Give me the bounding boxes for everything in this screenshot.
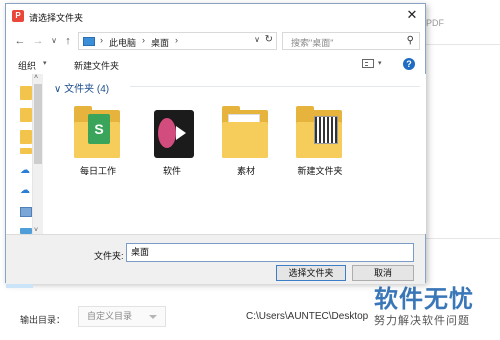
select-folder-dialog: P 请选择文件夹 ✕ ← → ∨ ↑ › 此电脑 › 桌面 › ∨ ↻ 搜索"桌… bbox=[5, 3, 426, 288]
forward-arrow-icon[interactable]: → bbox=[32, 34, 44, 48]
breadcrumb-desktop[interactable]: 桌面 bbox=[151, 36, 169, 49]
chevron-down-icon: ▾ bbox=[43, 60, 47, 67]
breadcrumb-separator: › bbox=[175, 35, 178, 45]
dialog-footer: 文件夹: 桌面 选择文件夹 取消 bbox=[6, 234, 425, 284]
folder-icon[interactable] bbox=[20, 86, 32, 100]
folder-item[interactable]: 新建文件夹 bbox=[288, 102, 352, 188]
folder-label: 素材 bbox=[236, 166, 255, 176]
group-divider bbox=[130, 86, 420, 87]
output-directory-select-value: 自定义目录 bbox=[87, 311, 133, 321]
cancel-button[interactable]: 取消 bbox=[352, 265, 414, 281]
select-folder-button[interactable]: 选择文件夹 bbox=[276, 265, 346, 281]
folder-name-label: 文件夹: bbox=[94, 251, 124, 261]
navigation-pane: ☁ ☁ bbox=[6, 74, 33, 288]
folder-label: 每日工作 bbox=[79, 166, 116, 176]
media-app-folder-icon bbox=[148, 106, 194, 158]
folder-icon bbox=[222, 106, 268, 158]
folder-item[interactable]: 软件 bbox=[140, 102, 204, 188]
watermark-logo: 软件无忧 努力解决软件问题 bbox=[374, 286, 500, 329]
help-icon[interactable]: ? bbox=[403, 58, 415, 70]
chevron-down-icon bbox=[149, 315, 157, 319]
computer-icon bbox=[83, 37, 95, 46]
breadcrumb-separator: › bbox=[142, 35, 145, 45]
back-arrow-icon[interactable]: ← bbox=[14, 34, 26, 48]
search-icon[interactable]: ⚲ bbox=[407, 35, 414, 46]
spreadsheet-icon: S bbox=[88, 114, 110, 144]
breadcrumb-separator: › bbox=[100, 35, 103, 45]
command-bar: 组织 ▾ 新建文件夹 ▾ ? bbox=[6, 54, 425, 74]
folder-icon[interactable] bbox=[20, 130, 32, 144]
background-divider-top bbox=[425, 44, 500, 45]
folder-item[interactable]: S 每日工作 bbox=[66, 102, 130, 188]
folder-content-area: ∨ 文件夹 (4) S 每日工作 软件 素材 新建文件夹 bbox=[44, 74, 426, 234]
this-pc-icon[interactable] bbox=[20, 207, 32, 217]
address-dropdown-icon[interactable]: ∨ bbox=[254, 35, 260, 44]
dialog-title: 请选择文件夹 bbox=[29, 13, 84, 23]
new-folder-button[interactable]: 新建文件夹 bbox=[74, 59, 119, 72]
folder-item[interactable]: 素材 bbox=[214, 102, 278, 188]
search-placeholder: 搜索"桌面" bbox=[291, 38, 334, 48]
app-icon: P bbox=[12, 10, 24, 22]
view-options-icon[interactable] bbox=[362, 59, 374, 68]
chevron-down-icon[interactable]: ▾ bbox=[378, 59, 382, 67]
output-directory-select[interactable]: 自定义目录 bbox=[78, 306, 166, 327]
up-arrow-icon[interactable]: ↑ bbox=[62, 34, 74, 48]
dialog-titlebar: P 请选择文件夹 ✕ bbox=[6, 4, 425, 28]
output-directory-label: 输出目录： bbox=[20, 315, 66, 325]
output-path: C:\Users\AUNTEC\Desktop bbox=[246, 311, 369, 322]
scrollbar-thumb[interactable] bbox=[34, 84, 42, 164]
folder-icon[interactable] bbox=[20, 148, 32, 154]
cloud-sync-icon[interactable]: ☁ bbox=[20, 186, 32, 196]
close-icon[interactable]: ✕ bbox=[405, 8, 419, 22]
background-pdf-label: PDF bbox=[426, 18, 444, 28]
navigation-bar: ← → ∨ ↑ › 此电脑 › 桌面 › ∨ ↻ 搜索"桌面" ⚲ bbox=[6, 28, 425, 54]
nav-pane-scrollbar[interactable]: ˄ ˅ bbox=[33, 74, 43, 234]
document-icon bbox=[314, 116, 338, 144]
scroll-up-icon[interactable]: ˄ bbox=[34, 74, 38, 81]
background-divider-bottom bbox=[425, 238, 500, 239]
folder-icon[interactable] bbox=[20, 108, 32, 122]
folder-label: 新建文件夹 bbox=[297, 166, 343, 176]
organize-button[interactable]: 组织 bbox=[18, 59, 36, 72]
folder-group-header[interactable]: ∨ 文件夹 (4) bbox=[54, 80, 109, 95]
refresh-icon[interactable]: ↻ bbox=[265, 34, 273, 45]
breadcrumb-this-pc[interactable]: 此电脑 bbox=[109, 36, 136, 49]
folder-with-document-icon bbox=[296, 106, 342, 158]
watermark-subtitle: 努力解决软件问题 bbox=[374, 315, 470, 327]
spreadsheet-folder-icon: S bbox=[74, 106, 120, 158]
folder-group-title: 文件夹 (4) bbox=[64, 84, 110, 95]
chevron-down-icon: ∨ bbox=[54, 84, 62, 95]
folder-label: 软件 bbox=[162, 166, 181, 176]
watermark-title: 软件无忧 bbox=[374, 286, 474, 313]
search-input[interactable]: 搜索"桌面" ⚲ bbox=[282, 32, 420, 50]
folder-name-input[interactable]: 桌面 bbox=[126, 243, 414, 262]
onedrive-icon[interactable]: ☁ bbox=[20, 166, 32, 176]
scroll-down-icon[interactable]: ˅ bbox=[34, 227, 38, 234]
address-bar[interactable]: › 此电脑 › 桌面 › ∨ ↻ bbox=[78, 32, 277, 50]
recent-locations-icon[interactable]: ∨ bbox=[48, 34, 60, 48]
